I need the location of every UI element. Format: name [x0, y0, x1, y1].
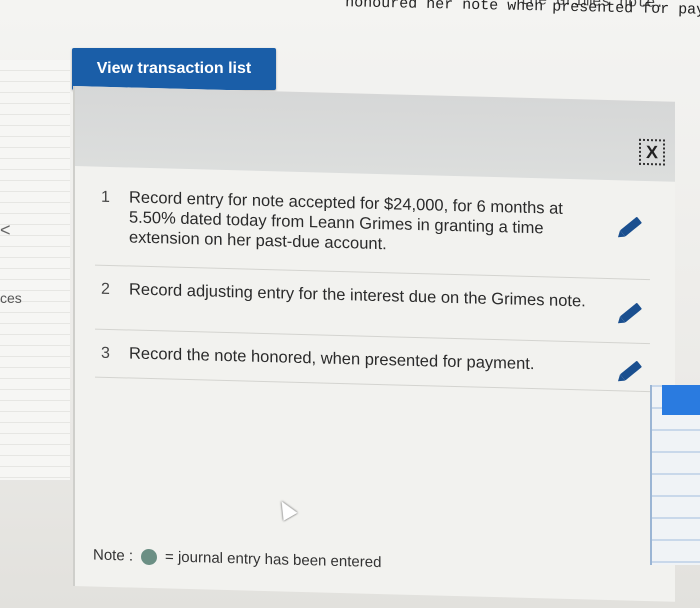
- edit-pencil-icon[interactable]: [620, 302, 642, 323]
- transaction-number: 3: [101, 344, 110, 362]
- legend-note: Note : = journal entry has been entered: [93, 547, 381, 572]
- entered-status-dot-icon: [141, 548, 158, 565]
- transaction-row: 3 Record the note honored, when presente…: [95, 342, 650, 393]
- instruction-line-2: honoured her note when presented for pay…: [344, 0, 700, 20]
- transaction-list-panel: X 1 Record entry for note accepted for $…: [73, 86, 675, 602]
- transaction-row: 2 Record adjusting entry for the interes…: [95, 278, 650, 345]
- instruction-text: the Grimes note. honoured her note when …: [170, 0, 700, 31]
- sidebar-fragment: ces: [0, 290, 22, 306]
- transaction-number: 1: [101, 188, 110, 206]
- spreadsheet-highlight: [662, 385, 700, 415]
- transaction-description: Record entry for note accepted for $24,0…: [129, 188, 563, 254]
- panel-header: X: [75, 86, 675, 182]
- edit-pencil-icon[interactable]: [620, 360, 642, 381]
- edit-pencil-icon[interactable]: [620, 216, 642, 237]
- transaction-description: Record adjusting entry for the interest …: [129, 280, 586, 311]
- transaction-description: Record the note honored, when presented …: [129, 344, 535, 374]
- close-icon[interactable]: X: [639, 138, 665, 166]
- note-text: = journal entry has been entered: [165, 548, 382, 572]
- left-panel-background: [0, 60, 70, 480]
- note-label: Note :: [93, 546, 134, 565]
- chevron-left-icon[interactable]: <: [0, 220, 11, 241]
- transaction-row: 1 Record entry for note accepted for $24…: [95, 186, 650, 281]
- transaction-number: 2: [101, 280, 110, 298]
- view-transaction-list-button[interactable]: View transaction list: [72, 48, 276, 90]
- background-spreadsheet: [650, 385, 700, 565]
